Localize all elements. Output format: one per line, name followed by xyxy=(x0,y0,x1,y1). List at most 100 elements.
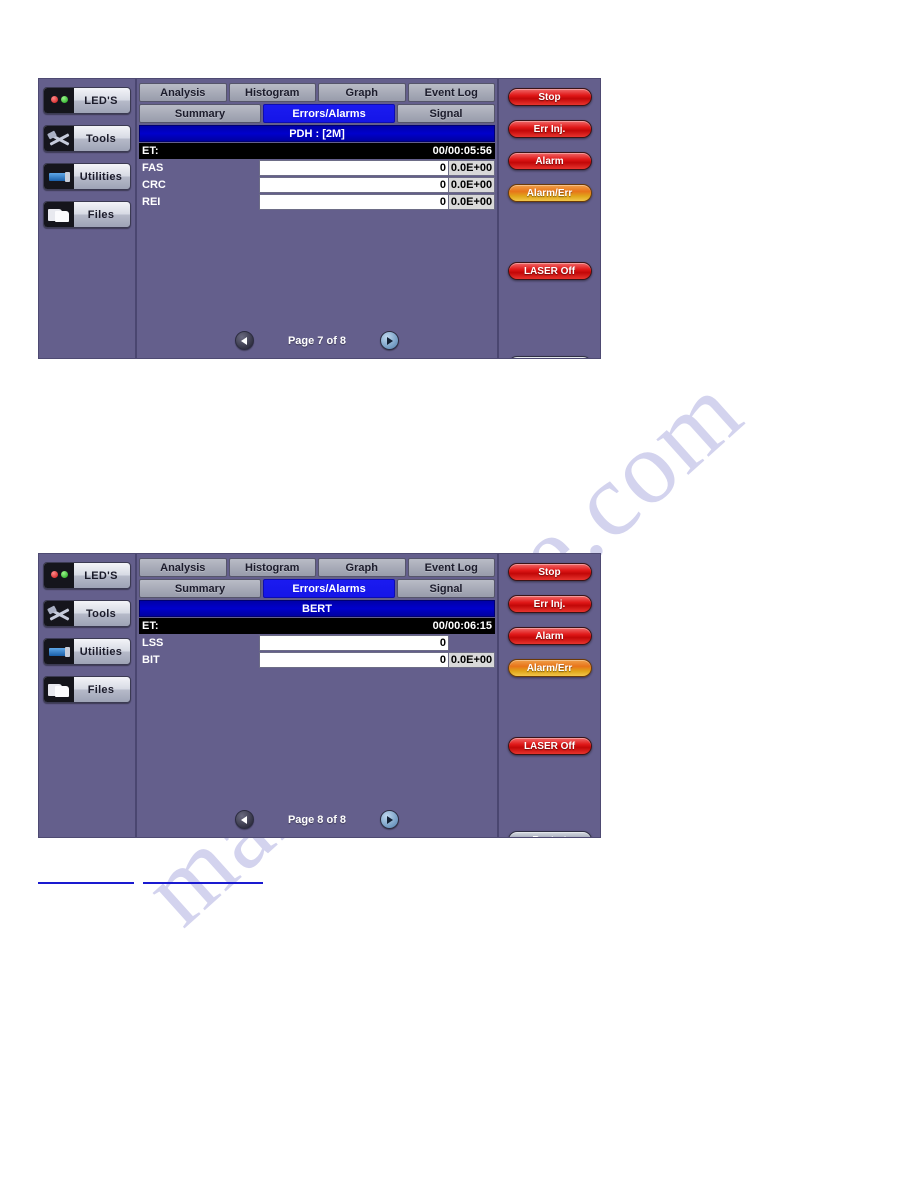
prev-page-icon[interactable] xyxy=(234,810,254,829)
alarm-button[interactable]: Alarm xyxy=(507,627,592,645)
content-area: Analysis Histogram Graph Event Log Summa… xyxy=(137,79,497,358)
instrument-screen-bert: LED'S Tools Utilities Files Analysis His… xyxy=(38,553,601,838)
err-inj-button[interactable]: Err Inj. xyxy=(507,595,592,613)
page-indicator: Page 8 of 8 xyxy=(287,813,347,826)
stop-button[interactable]: Stop xyxy=(507,88,592,106)
alarm-button[interactable]: Alarm xyxy=(507,152,592,170)
restart-button[interactable]: Restart xyxy=(507,356,592,358)
row-label: FAS xyxy=(142,162,164,174)
sidebar: LED'S Tools Utilities Files xyxy=(39,554,137,837)
sidebar-item-label: Files xyxy=(87,208,115,221)
screen-subheader: PDH : [2M] xyxy=(139,125,495,142)
sidebar: LED'S Tools Utilities Files xyxy=(39,79,137,358)
next-page-icon[interactable] xyxy=(380,331,400,350)
footer-links xyxy=(38,869,263,884)
stop-button[interactable]: Stop xyxy=(507,563,592,581)
table-row: FAS 0 0.0E+00 xyxy=(139,160,495,176)
secondary-tab-bar: Summary Errors/Alarms Signal xyxy=(137,577,497,598)
page-indicator: Page 7 of 8 xyxy=(287,334,347,347)
table-row: BIT 0 0.0E+00 xyxy=(139,652,495,668)
files-icon xyxy=(44,202,74,227)
row-count: 0 xyxy=(259,177,449,193)
sidebar-item-leds[interactable]: LED'S xyxy=(43,87,131,114)
tab-analysis[interactable]: Analysis xyxy=(139,83,227,102)
rail-spacer xyxy=(499,769,600,831)
laser-off-button[interactable]: LASER Off xyxy=(507,262,592,280)
laser-off-button[interactable]: LASER Off xyxy=(507,737,592,755)
pager: Page 8 of 8 xyxy=(137,810,497,829)
tab-analysis[interactable]: Analysis xyxy=(139,558,227,577)
sidebar-item-label: LED'S xyxy=(84,94,118,107)
alarm-err-button[interactable]: Alarm/Err xyxy=(507,659,592,677)
tab-errors-alarms[interactable]: Errors/Alarms xyxy=(263,579,395,598)
row-rate: 0.0E+00 xyxy=(449,160,495,176)
screen-subheader: BERT xyxy=(139,600,495,617)
elapsed-time-label: ET: xyxy=(142,620,159,632)
table-row: CRC 0 0.0E+00 xyxy=(139,177,495,193)
tab-signal[interactable]: Signal xyxy=(397,579,495,598)
tab-event-log[interactable]: Event Log xyxy=(407,558,495,577)
primary-tab-bar: Analysis Histogram Graph Event Log xyxy=(137,79,497,102)
table-row: REI 0 0.0E+00 xyxy=(139,194,495,210)
tools-icon xyxy=(44,601,74,626)
footer-link-2[interactable] xyxy=(143,869,263,884)
row-count: 0 xyxy=(259,635,449,651)
sidebar-item-files[interactable]: Files xyxy=(43,676,131,703)
row-label: LSS xyxy=(142,637,164,649)
prev-page-icon[interactable] xyxy=(234,331,254,350)
tab-graph[interactable]: Graph xyxy=(318,83,406,102)
tab-graph[interactable]: Graph xyxy=(318,558,406,577)
sidebar-item-leds[interactable]: LED'S xyxy=(43,562,131,589)
sidebar-item-utilities[interactable]: Utilities xyxy=(43,638,131,665)
elapsed-time-row: ET: 00/00:05:56 xyxy=(139,143,495,159)
sidebar-item-tools[interactable]: Tools xyxy=(43,125,131,152)
sidebar-item-label: Files xyxy=(87,683,115,696)
row-count: 0 xyxy=(259,652,449,668)
sidebar-item-label: Utilities xyxy=(79,170,123,183)
tab-histogram[interactable]: Histogram xyxy=(228,83,316,102)
sidebar-item-label: Tools xyxy=(85,607,116,620)
row-rate: 0.0E+00 xyxy=(449,177,495,193)
restart-button[interactable]: Restart xyxy=(507,831,592,837)
utilities-icon xyxy=(44,164,74,189)
tab-event-log[interactable]: Event Log xyxy=(407,83,495,102)
tab-signal[interactable]: Signal xyxy=(397,104,495,123)
footer-link-1[interactable] xyxy=(38,869,134,884)
rail-spacer xyxy=(499,691,600,737)
elapsed-time-value: 00/00:05:56 xyxy=(432,145,492,157)
sidebar-item-label: LED'S xyxy=(84,569,118,582)
elapsed-time-label: ET: xyxy=(142,145,159,157)
row-count: 0 xyxy=(259,160,449,176)
row-count: 0 xyxy=(259,194,449,210)
instrument-screen-pdh: LED'S Tools Utilities Files Analysis His… xyxy=(38,78,601,359)
action-button-rail: Stop Err Inj. Alarm Alarm/Err LASER Off … xyxy=(497,554,600,837)
row-label: BIT xyxy=(142,654,160,666)
leds-icon xyxy=(44,563,74,588)
secondary-tab-bar: Summary Errors/Alarms Signal xyxy=(137,102,497,123)
content-area: Analysis Histogram Graph Event Log Summa… xyxy=(137,554,497,837)
elapsed-time-value: 00/00:06:15 xyxy=(432,620,492,632)
row-label: REI xyxy=(142,196,161,208)
sidebar-item-files[interactable]: Files xyxy=(43,201,131,228)
leds-icon xyxy=(44,88,74,113)
tab-summary[interactable]: Summary xyxy=(139,104,261,123)
files-icon xyxy=(44,677,74,702)
err-inj-button[interactable]: Err Inj. xyxy=(507,120,592,138)
sidebar-item-label: Utilities xyxy=(79,645,123,658)
sidebar-item-tools[interactable]: Tools xyxy=(43,600,131,627)
alarm-err-button[interactable]: Alarm/Err xyxy=(507,184,592,202)
rail-spacer xyxy=(499,294,600,356)
table-row: LSS 0 xyxy=(139,635,495,651)
row-rate: 0.0E+00 xyxy=(449,652,495,668)
pager: Page 7 of 8 xyxy=(137,331,497,350)
sidebar-item-utilities[interactable]: Utilities xyxy=(43,163,131,190)
elapsed-time-row: ET: 00/00:06:15 xyxy=(139,618,495,634)
tab-histogram[interactable]: Histogram xyxy=(228,558,316,577)
next-page-icon[interactable] xyxy=(380,810,400,829)
tab-summary[interactable]: Summary xyxy=(139,579,261,598)
tab-errors-alarms[interactable]: Errors/Alarms xyxy=(263,104,395,123)
row-rate: 0.0E+00 xyxy=(449,194,495,210)
rail-spacer xyxy=(499,216,600,262)
utilities-icon xyxy=(44,639,74,664)
tools-icon xyxy=(44,126,74,151)
